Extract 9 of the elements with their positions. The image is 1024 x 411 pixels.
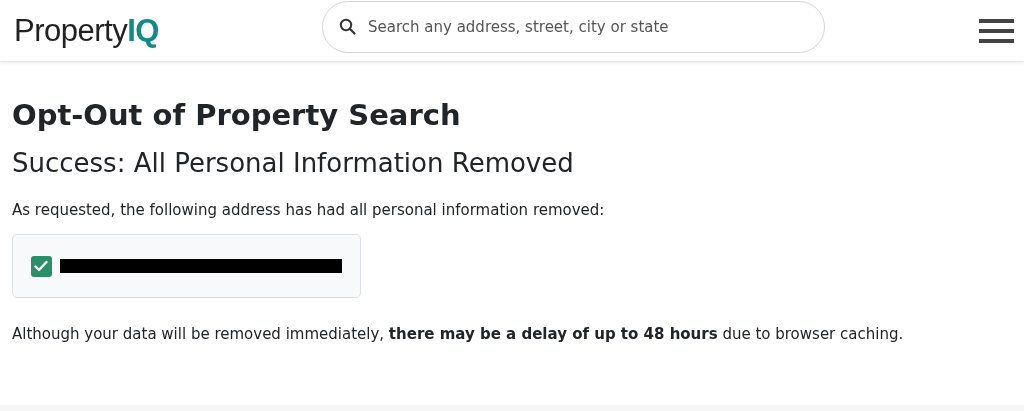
logo[interactable]: PropertyIQ [14, 12, 322, 49]
search-field[interactable]: Search any address, street, city or state [322, 0, 825, 53]
search-icon [339, 17, 356, 35]
intro-text: As requested, the following address has had all personal information removed: [12, 201, 605, 219]
page-subtitle: Success: All Personal Information Removed [12, 148, 574, 178]
checkbox[interactable] [31, 255, 52, 277]
note-text: Although your data will be removed immediately, there may be a delay of up to 48 hours due to browser caching. [12, 325, 904, 343]
menu-icon[interactable] [979, 18, 1014, 43]
page-title: Opt-Out of Property Search [12, 98, 461, 132]
